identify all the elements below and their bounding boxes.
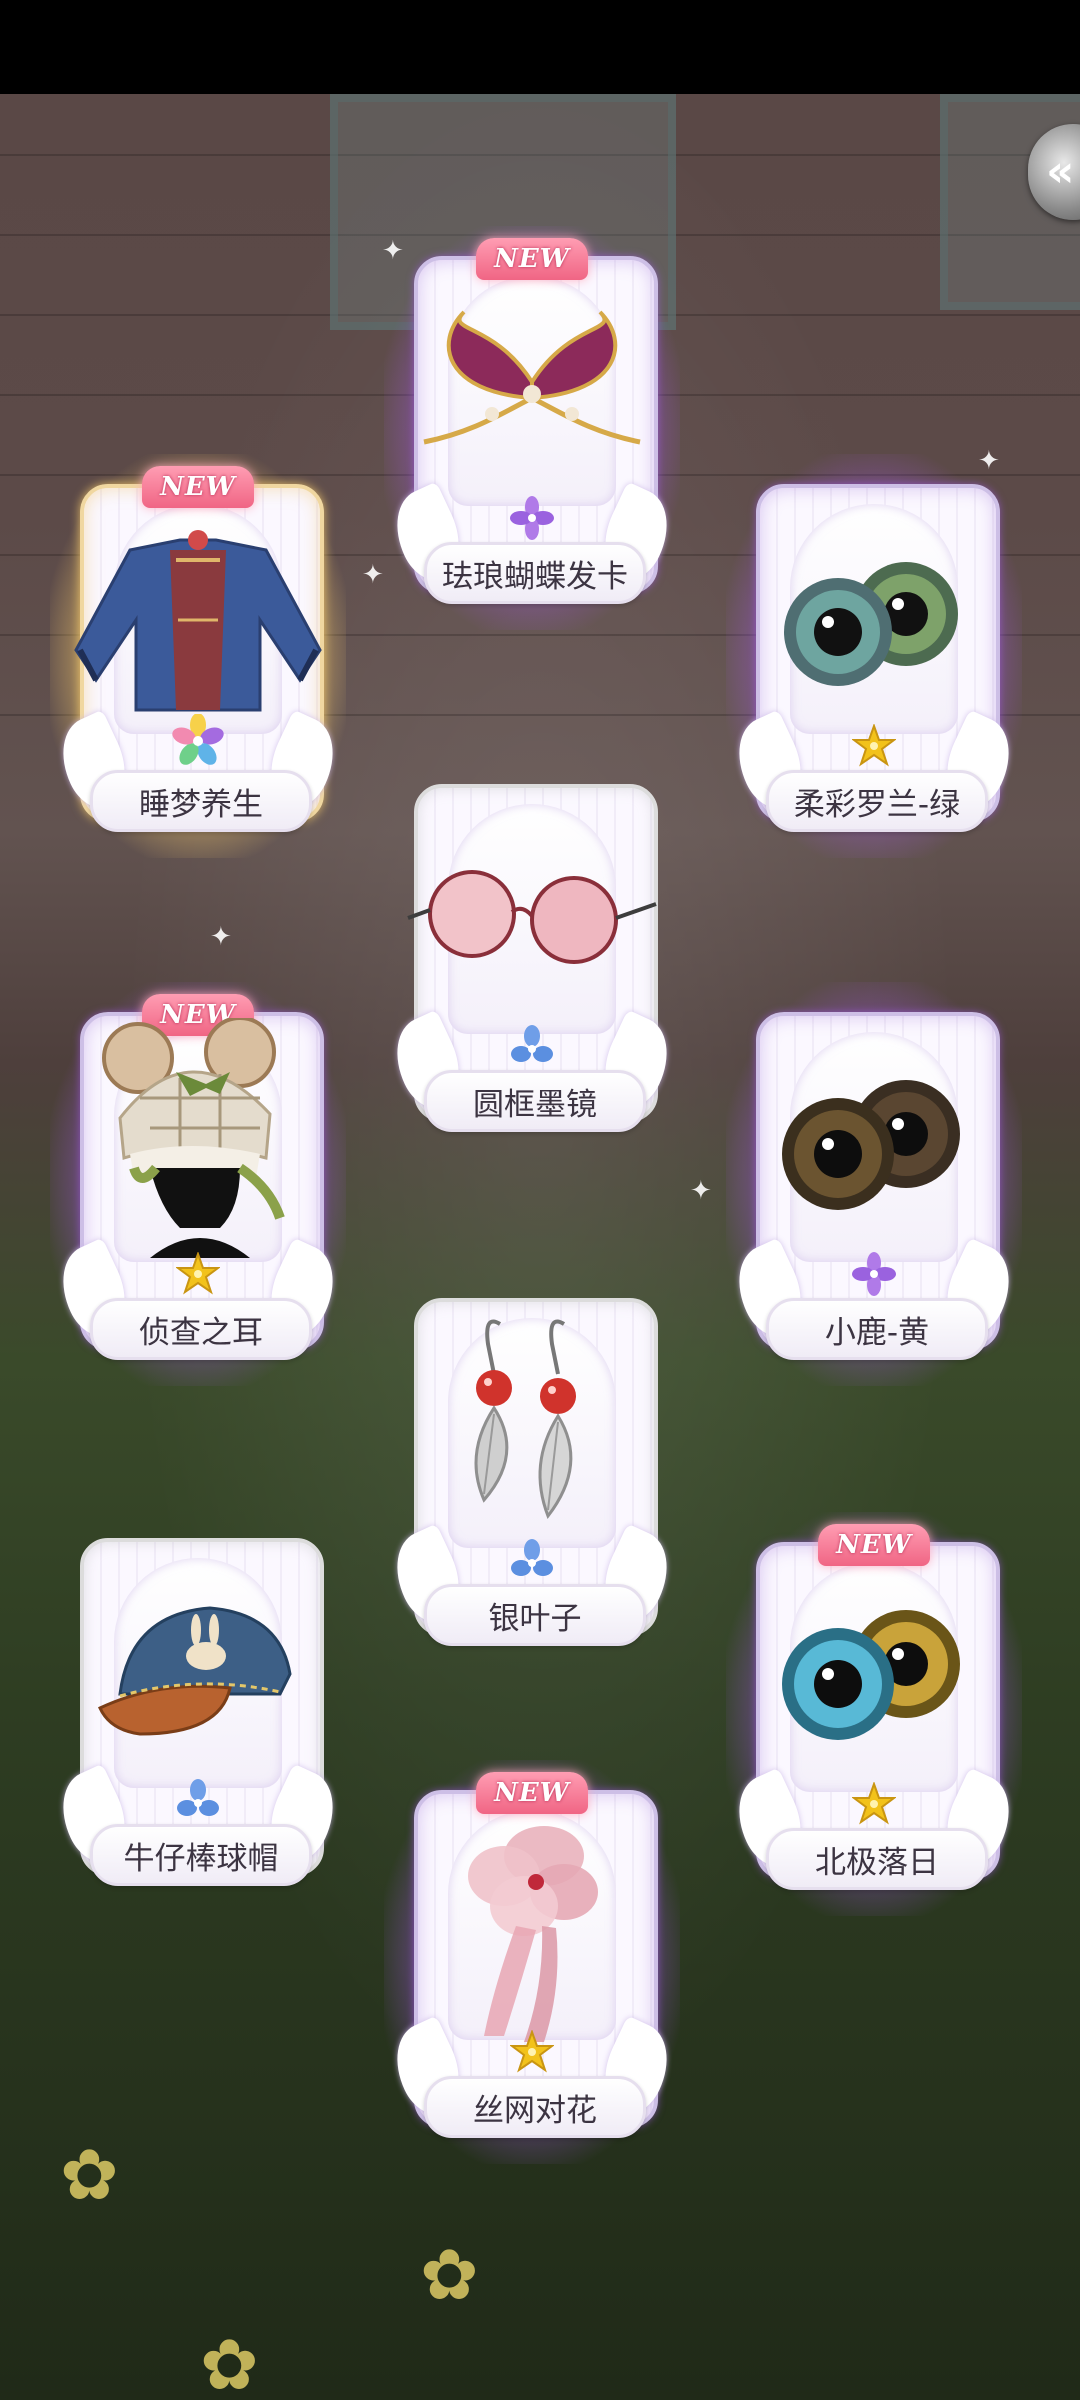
item-card-mesh-pair-flower[interactable]: NEW 丝网对花 bbox=[381, 1760, 683, 2164]
sparkle-decoration: ✦ bbox=[362, 560, 384, 590]
silver-leaf-earrings-icon bbox=[474, 1319, 576, 1520]
item-name-plate: 牛仔棒球帽 bbox=[90, 1824, 312, 1886]
item-card-fawn-yellow[interactable]: 小鹿-黄 bbox=[723, 982, 1025, 1386]
item-name: 睡梦养生 bbox=[139, 786, 263, 823]
blue-flower-icon bbox=[177, 1779, 219, 1816]
blue-flower-icon bbox=[511, 1539, 553, 1576]
item-card-soft-violet-green[interactable]: 柔彩罗兰-绿 bbox=[723, 454, 1025, 858]
new-badge: NEW bbox=[142, 466, 254, 508]
status-bar bbox=[0, 0, 1080, 94]
item-card-round-sunglasses[interactable]: 圆框墨镜 bbox=[381, 770, 683, 1140]
gold-star-flower-icon bbox=[852, 724, 896, 767]
item-card-sleep-dream[interactable]: NEW 睡梦养生 bbox=[47, 454, 349, 858]
item-name-plate: 银叶子 bbox=[424, 1584, 646, 1646]
item-card-silver-leaf[interactable]: 银叶子 bbox=[381, 1284, 683, 1654]
item-name-plate: 柔彩罗兰-绿 bbox=[766, 770, 988, 832]
item-card-detective-ears[interactable]: NEW 侦查之耳 bbox=[47, 982, 349, 1386]
flower-decoration: ✿ bbox=[420, 2234, 479, 2316]
gold-star-flower-icon bbox=[852, 1782, 896, 1825]
item-name: 银叶子 bbox=[488, 1600, 582, 1637]
gold-star-flower-icon bbox=[510, 2030, 554, 2073]
item-name: 圆框墨镜 bbox=[473, 1086, 597, 1123]
blue-gold-eyes-icon bbox=[782, 1610, 960, 1740]
item-name: 牛仔棒球帽 bbox=[123, 1840, 279, 1877]
green-eyes-icon bbox=[784, 562, 958, 686]
plaid-bear-ear-hat-icon bbox=[102, 1018, 285, 1258]
new-badge: NEW bbox=[818, 1524, 930, 1566]
flower-decoration: ✿ bbox=[200, 2324, 259, 2400]
item-name-plate: 丝网对花 bbox=[424, 2076, 646, 2138]
item-card-denim-baseball-cap[interactable]: 牛仔棒球帽 bbox=[47, 1524, 349, 1894]
item-name-plate: 圆框墨镜 bbox=[424, 1070, 646, 1132]
purple-flower-icon bbox=[510, 496, 554, 540]
item-name-plate: 珐琅蝴蝶发卡 bbox=[424, 542, 646, 604]
pink-mesh-flower-icon bbox=[468, 1826, 598, 2042]
round-sunglasses-icon bbox=[407, 870, 657, 964]
item-name: 小鹿-黄 bbox=[824, 1314, 930, 1351]
sparkle-decoration: ✦ bbox=[690, 1176, 712, 1206]
purple-flower-icon bbox=[852, 1252, 896, 1296]
item-name: 北极落日 bbox=[815, 1844, 939, 1881]
new-badge: NEW bbox=[476, 1772, 588, 1814]
brown-eyes-icon bbox=[782, 1080, 960, 1210]
new-badge: NEW bbox=[476, 238, 588, 280]
item-name-plate: 侦查之耳 bbox=[90, 1298, 312, 1360]
item-name-plate: 睡梦养生 bbox=[90, 770, 312, 832]
item-name: 侦查之耳 bbox=[139, 1314, 263, 1351]
game-screen: ✿ ✿ ✿ « ✦ ✦ ✦ ✦ ✦ ✦ NEW bbox=[0, 0, 1080, 2400]
item-card-arctic-sunset[interactable]: NEW 北极落日 bbox=[723, 1512, 1025, 1916]
item-card-enamel-butterfly-hairpin[interactable]: NEW 珐琅蝴蝶发卡 bbox=[381, 226, 683, 630]
item-name-plate: 小鹿-黄 bbox=[766, 1298, 988, 1360]
item-name-plate: 北极落日 bbox=[766, 1828, 988, 1890]
flower-decoration: ✿ bbox=[60, 2134, 119, 2216]
item-name: 柔彩罗兰-绿 bbox=[793, 786, 961, 823]
denim-bunny-cap-icon bbox=[98, 1606, 292, 1736]
rainbow-flower-icon bbox=[172, 714, 224, 765]
sparkle-decoration: ✦ bbox=[210, 922, 232, 952]
double-chevron-left-icon: « bbox=[1046, 146, 1075, 197]
butterfly-hairpin-icon bbox=[423, 310, 641, 445]
item-name: 珐琅蝴蝶发卡 bbox=[442, 558, 628, 595]
item-name: 丝网对花 bbox=[473, 2092, 597, 2129]
gold-star-flower-icon bbox=[176, 1252, 220, 1295]
blue-flower-icon bbox=[511, 1025, 553, 1062]
